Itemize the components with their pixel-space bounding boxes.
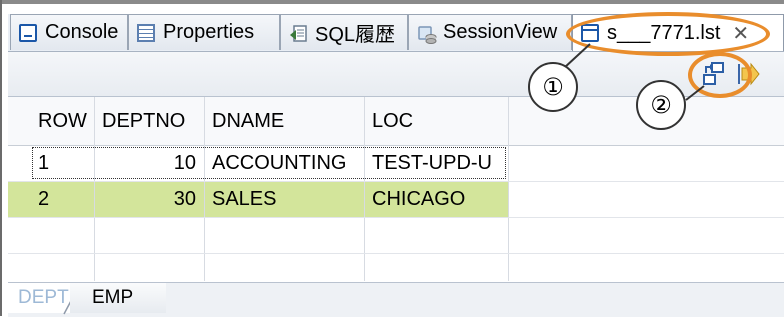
tab-console-label: Console — [45, 21, 119, 43]
tab-console[interactable]: Console — [10, 14, 128, 50]
tab-session-view-label: SessionView — [443, 21, 558, 43]
table-cell-deptno[interactable]: 10 — [94, 147, 204, 179]
row-divider — [8, 217, 784, 218]
table-cell-deptno[interactable]: 30 — [94, 181, 204, 217]
sheet-tab-bar: DEPT EMP — [8, 282, 784, 317]
sheet-tab-emp[interactable]: EMP — [70, 283, 166, 313]
column-header-dname[interactable]: DNAME — [204, 97, 364, 145]
callout-2: ② — [636, 80, 686, 130]
table-cell-row[interactable]: 2 — [30, 181, 94, 217]
column-header-row[interactable]: ROW — [30, 97, 94, 145]
tab-properties-label: Properties — [163, 21, 255, 43]
tab-properties[interactable]: Properties — [128, 14, 280, 50]
properties-icon — [137, 23, 155, 42]
result-view-panel: Console Properties SQL履歴 SessionView s__… — [0, 0, 784, 317]
sheet-tab-dept[interactable]: DEPT — [8, 283, 70, 313]
tab-sql-history-label: SQL履歴 — [315, 24, 396, 46]
column-header-deptno[interactable]: DEPTNO — [94, 97, 204, 145]
table-cell-loc[interactable]: TEST-UPD-U — [364, 147, 508, 179]
sql-history-icon — [289, 24, 307, 42]
left-border — [0, 0, 2, 316]
table-cell-dname[interactable]: ACCOUNTING — [204, 147, 364, 179]
callout-1: ① — [528, 62, 578, 112]
row-divider — [8, 253, 784, 254]
table-cell-row[interactable]: 1 — [30, 147, 94, 179]
table-cell-dname[interactable]: SALES — [204, 181, 364, 217]
column-header-loc[interactable]: LOC — [364, 97, 508, 145]
console-icon — [19, 23, 37, 42]
top-border — [0, 0, 784, 4]
session-view-icon — [417, 24, 437, 44]
tab-session-view[interactable]: SessionView — [408, 14, 572, 50]
table-cell-loc[interactable]: CHICAGO — [364, 181, 508, 217]
tab-sql-history[interactable]: SQL履歴 — [280, 14, 408, 50]
